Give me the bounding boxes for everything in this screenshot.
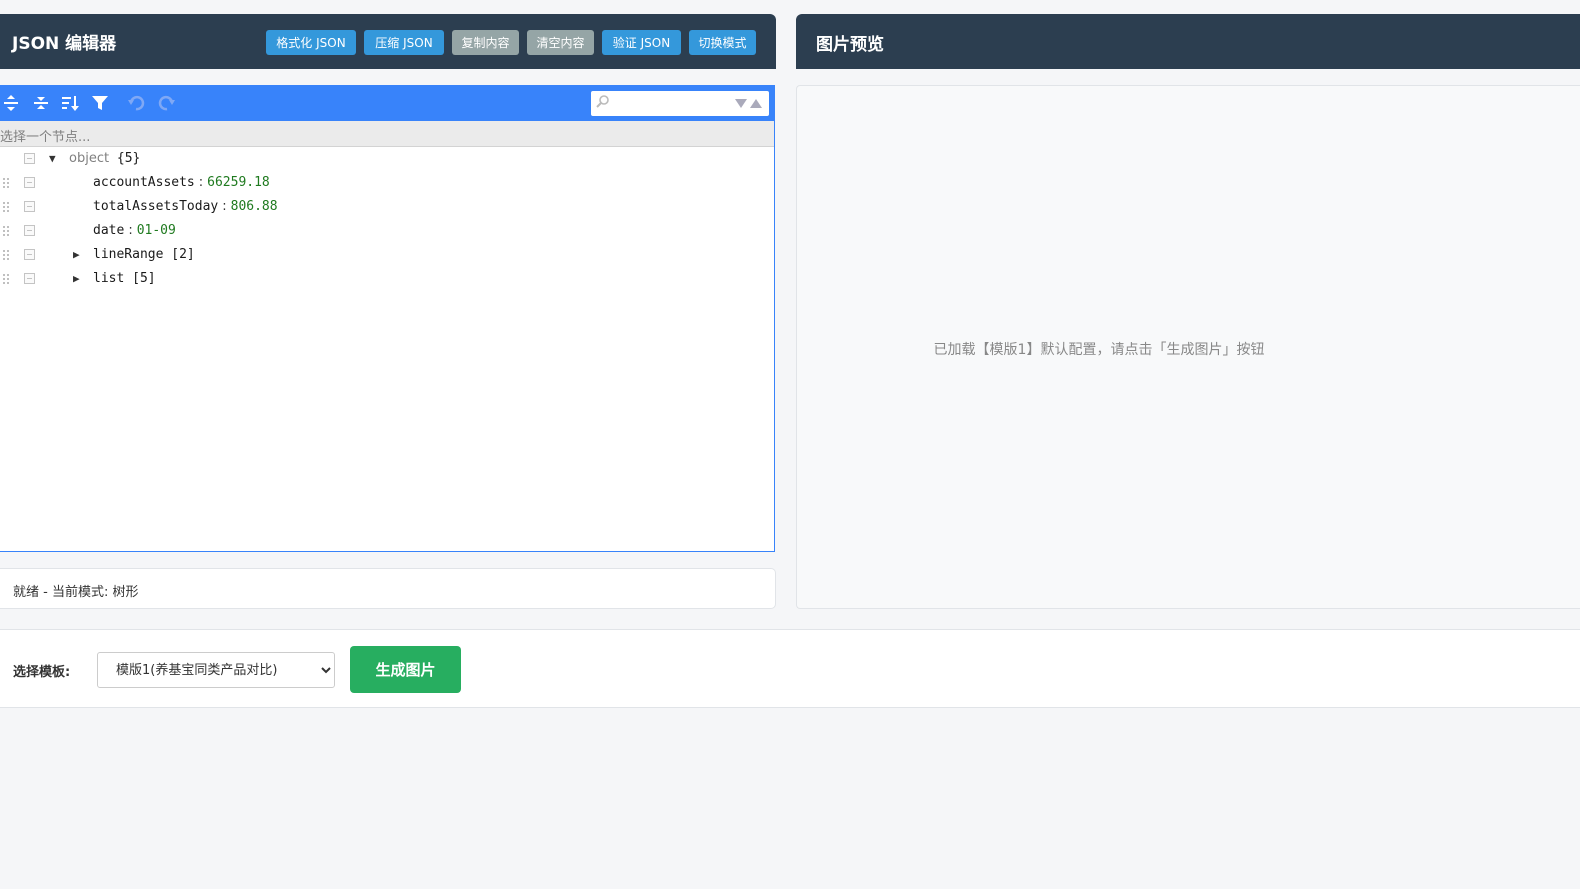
drag-handle-icon[interactable] — [2, 249, 10, 261]
root-count: {5} — [116, 151, 141, 166]
expand-toggle-icon[interactable]: ▶ — [73, 246, 85, 264]
search-previous-icon[interactable] — [750, 99, 762, 108]
switch-mode-button[interactable]: 切换模式 — [689, 30, 756, 55]
template-bar: 选择模板: 模版1(养基宝同类产品对比) 生成图片 — [0, 629, 1580, 708]
node-key[interactable]: lineRange — [93, 247, 163, 262]
expand-all-icon[interactable] — [1, 94, 21, 114]
compress-json-button[interactable]: 压缩 JSON — [364, 30, 444, 55]
node-value[interactable]: 01-09 — [137, 223, 176, 238]
node-key[interactable]: accountAssets — [93, 175, 195, 190]
editor-toolbar — [0, 86, 774, 121]
context-menu-button[interactable] — [24, 177, 35, 188]
context-menu-button[interactable] — [24, 273, 35, 284]
tree-row[interactable]: ▶ lineRange [2] — [0, 243, 774, 267]
status-text: 就绪 - 当前模式: 树形 — [13, 585, 139, 600]
image-preview-area: 已加载【模版1】默认配置，请点击「生成图片」按钮 — [796, 85, 1580, 609]
root-label: object — [69, 151, 110, 166]
redo-icon[interactable] — [157, 94, 177, 114]
copy-content-button[interactable]: 复制内容 — [452, 30, 519, 55]
editor-title: JSON 编辑器 — [12, 34, 117, 54]
collapse-all-icon[interactable] — [31, 94, 51, 114]
expand-toggle-icon[interactable]: ▶ — [73, 270, 85, 288]
drag-handle-icon[interactable] — [2, 273, 10, 285]
context-menu-button[interactable] — [24, 225, 35, 236]
tree-row[interactable]: date:01-09 — [0, 219, 774, 243]
node-value[interactable]: 806.88 — [231, 199, 278, 214]
node-navigation-bar: 选择一个节点... — [0, 121, 774, 147]
status-bar: 就绪 - 当前模式: 树形 — [0, 568, 776, 609]
tree-row[interactable]: ▶ list [5] — [0, 267, 774, 291]
template-label: 选择模板: — [13, 665, 71, 680]
undo-icon[interactable] — [126, 94, 146, 114]
sort-icon[interactable] — [60, 94, 80, 114]
image-preview-header: 图片预览 — [796, 14, 1580, 69]
search-icon — [596, 94, 610, 112]
preview-message: 已加载【模版1】默认配置，请点击「生成图片」按钮 — [933, 342, 1265, 358]
json-editor: 选择一个节点... ▼ object {5} accountAssets:662… — [0, 85, 775, 552]
tree-row-root[interactable]: ▼ object {5} — [0, 147, 774, 171]
context-menu-button[interactable] — [24, 249, 35, 260]
preview-title: 图片预览 — [816, 35, 884, 55]
node-key[interactable]: list — [93, 271, 124, 286]
node-count: [2] — [171, 247, 195, 262]
collapse-toggle-icon[interactable]: ▼ — [49, 150, 61, 168]
json-editor-header: JSON 编辑器 格式化 JSON 压缩 JSON 复制内容 清空内容 验证 J… — [0, 14, 776, 69]
filter-icon[interactable] — [90, 94, 110, 114]
tree-row[interactable]: accountAssets:66259.18 — [0, 171, 774, 195]
generate-image-button[interactable]: 生成图片 — [350, 646, 461, 693]
tree-row[interactable]: totalAssetsToday:806.88 — [0, 195, 774, 219]
search-input[interactable] — [615, 94, 725, 112]
template-select[interactable]: 模版1(养基宝同类产品对比) — [97, 652, 335, 688]
format-json-button[interactable]: 格式化 JSON — [266, 30, 356, 55]
node-key[interactable]: totalAssetsToday — [93, 199, 218, 214]
node-path-placeholder: 选择一个节点... — [0, 130, 91, 145]
clear-content-button[interactable]: 清空内容 — [527, 30, 594, 55]
drag-handle-icon[interactable] — [2, 201, 10, 213]
context-menu-button[interactable] — [24, 153, 35, 164]
node-value[interactable]: 66259.18 — [207, 175, 270, 190]
drag-handle-icon[interactable] — [2, 177, 10, 189]
search-box — [591, 91, 769, 116]
drag-handle-icon[interactable] — [2, 225, 10, 237]
search-next-icon[interactable] — [735, 99, 747, 108]
node-count: [5] — [132, 271, 156, 286]
context-menu-button[interactable] — [24, 201, 35, 212]
node-key[interactable]: date — [93, 223, 124, 238]
validate-json-button[interactable]: 验证 JSON — [602, 30, 681, 55]
